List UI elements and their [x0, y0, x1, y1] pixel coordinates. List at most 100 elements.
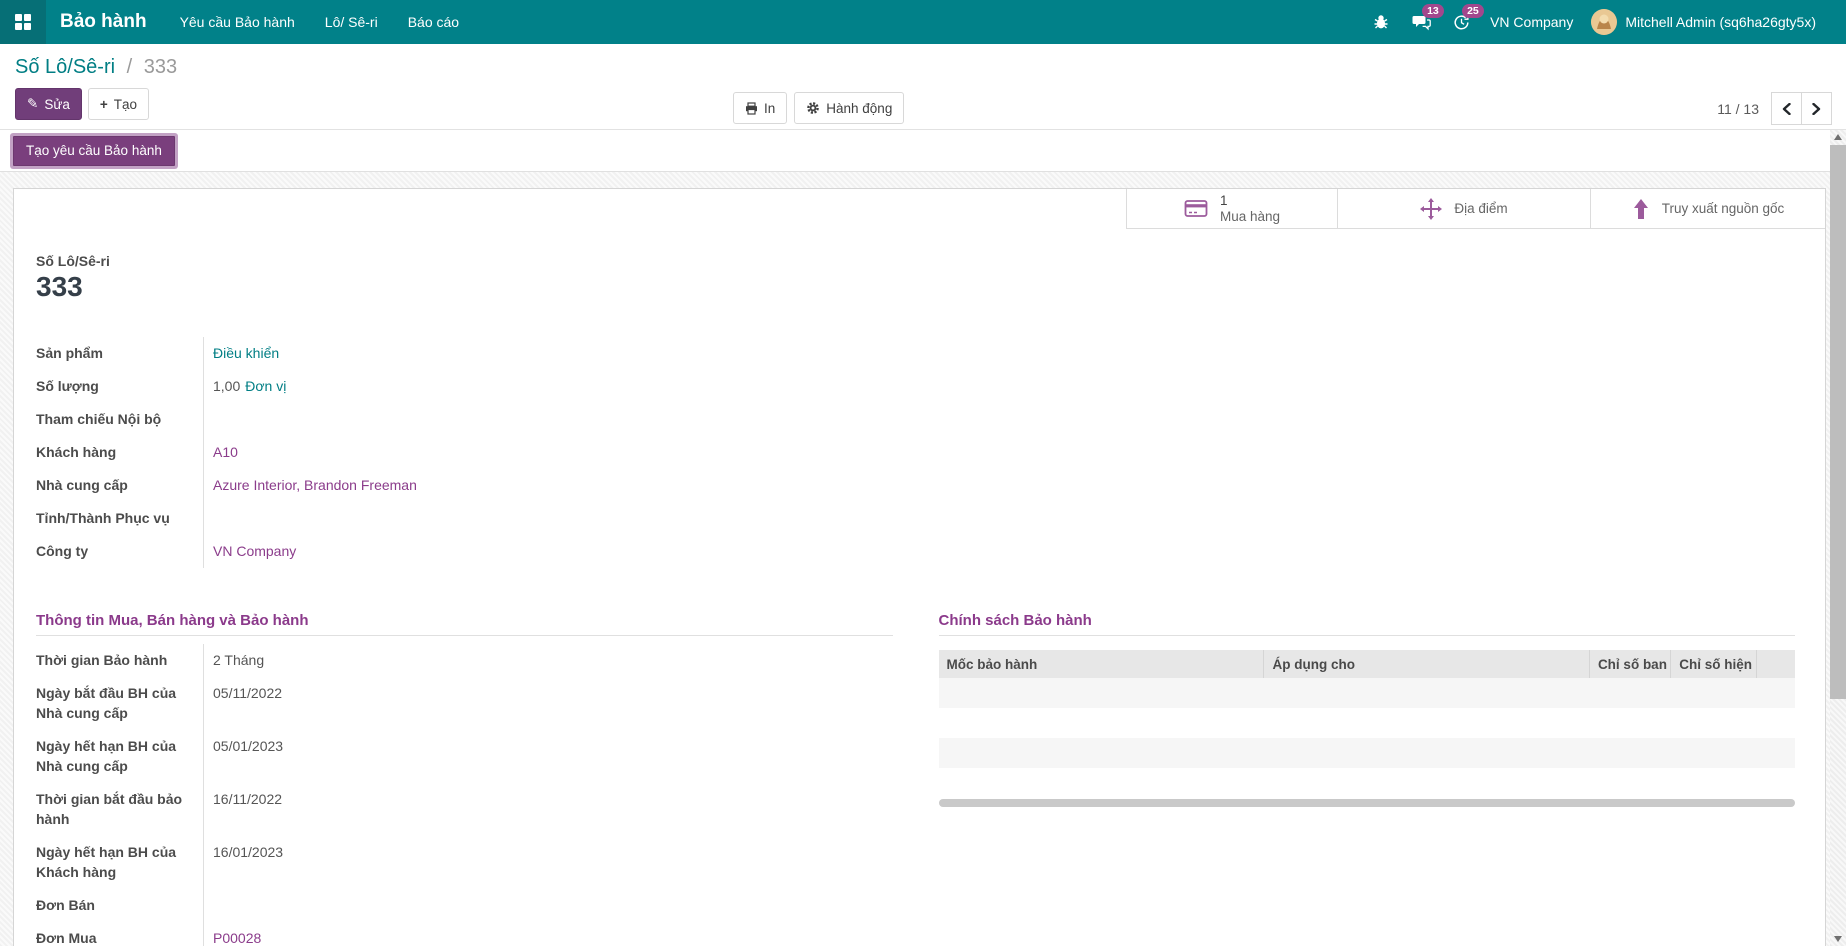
column-header-extra [1756, 650, 1795, 678]
field-row-warranty-start: Thời gian bắt đầu bảo hành 16/11/2022 [36, 783, 893, 836]
warranty-policy-title: Chính sách Bảo hành [938, 612, 1092, 629]
field-row-internal-ref: Tham chiếu Nội bộ [36, 403, 896, 436]
pager-counter: 11 / 13 [1717, 100, 1759, 117]
field-row-company: Công ty VN Company [36, 535, 896, 568]
field-row-sale-order: Đơn Bán [36, 889, 893, 922]
activities-count-badge: 25 [1462, 4, 1484, 18]
stat-button-box: 1 Mua hàng Địa điểm Truy xuất nguồn gốc [14, 189, 1825, 229]
top-navbar: Bảo hành Yêu cầu Bảo hành Lô/ Sê-ri Báo … [0, 0, 1846, 44]
control-panel: Số Lô/Sê-ri / 333 ✎ Sửa + Tạo In Hành độ… [0, 44, 1846, 130]
main-menu: Yêu cầu Bảo hành Lô/ Sê-ri Báo cáo [165, 0, 475, 44]
location-label: Địa điểm [1454, 201, 1508, 216]
vendor-warranty-start-value: 05/11/2022 [213, 685, 283, 701]
section-warranty-info: Thông tin Mua, Bán hàng và Bảo hành Thời… [36, 612, 893, 946]
scrollbar-up-arrow[interactable] [1830, 130, 1846, 144]
warranty-info-title: Thông tin Mua, Bán hàng và Bảo hành [36, 612, 309, 629]
apps-grid-icon [15, 14, 31, 30]
stat-button-traceability[interactable]: Truy xuất nguồn gốc [1590, 189, 1825, 229]
field-row-vendor-warranty-end: Ngày hết hạn BH của Nhà cung cấp 05/01/2… [36, 730, 893, 783]
column-header-milestone[interactable]: Mốc bảo hành [938, 650, 1265, 678]
messages-icon[interactable]: 13 [1410, 4, 1444, 33]
user-avatar [1591, 9, 1618, 35]
empty-table-row [939, 768, 1796, 798]
section-warranty-policy: Chính sách Bảo hành Mốc bảo hành Áp dụng [938, 612, 1796, 946]
menu-item-reports[interactable]: Báo cáo [393, 0, 474, 44]
table-horizontal-scrollbar[interactable] [938, 799, 1795, 807]
move-arrows-icon [1420, 197, 1443, 220]
record-title-value: 333 [36, 271, 83, 302]
field-row-vendor: Nhà cung cấp Azure Interior, Brandon Fre… [36, 469, 896, 502]
purchase-label: Mua hàng [1219, 208, 1281, 224]
vertical-scrollbar[interactable] [1830, 130, 1846, 946]
plus-icon: + [99, 96, 108, 112]
breadcrumb-separator: / [126, 56, 133, 78]
warranty-duration-value: 2 Tháng [213, 652, 265, 668]
edit-button[interactable]: ✎ Sửa [15, 88, 82, 120]
form-background: 1 Mua hàng Địa điểm Truy xuất nguồn gốc … [0, 172, 1830, 946]
quantity-value: 1,00 [213, 378, 241, 394]
warranty-policy-table: Mốc bảo hành Áp dụng cho Chỉ số ban … Ch… [938, 650, 1796, 798]
messages-count-badge: 13 [1422, 4, 1444, 18]
field-row-purchase-order: Đơn Mua P00028 [36, 922, 893, 946]
breadcrumb: Số Lô/Sê-ri / 333 [15, 54, 1832, 80]
customer-warranty-end-value: 16/01/2023 [213, 844, 284, 860]
credit-card-icon [1184, 199, 1208, 218]
vendor-link[interactable]: Azure Interior, Brandon Freeman [213, 477, 417, 493]
field-row-service-state: Tỉnh/Thành Phục vụ [36, 502, 896, 535]
column-header-apply-to[interactable]: Áp dụng cho [1263, 650, 1590, 678]
column-header-current-index[interactable]: Chỉ số hiện … [1670, 650, 1757, 678]
section-divider [938, 635, 1795, 636]
print-button[interactable]: In [733, 92, 788, 124]
company-switcher[interactable]: VN Company [1490, 14, 1573, 30]
customer-link[interactable]: A10 [213, 444, 238, 460]
pager-next-button[interactable] [1801, 92, 1832, 125]
field-row-quantity: Số lượng 1,00 Đơn vị [36, 370, 896, 403]
section-divider [36, 635, 893, 636]
record-title-label: Số Lô/Sê-ri [36, 253, 110, 269]
stat-button-purchase[interactable]: 1 Mua hàng [1126, 189, 1337, 229]
company-link[interactable]: VN Company [213, 543, 296, 559]
chevron-left-icon [1782, 102, 1791, 115]
pager: 11 / 13 [1717, 92, 1832, 125]
empty-table-row [938, 738, 1795, 768]
debug-bug-icon[interactable] [1370, 11, 1392, 33]
warranty-start-value: 16/11/2022 [213, 791, 283, 807]
field-row-customer: Khách hàng A10 [36, 436, 896, 469]
user-menu[interactable]: Mitchell Admin (sq6ha26gty5x) [1591, 9, 1816, 35]
pager-previous-button[interactable] [1771, 92, 1802, 125]
product-link[interactable]: Điều khiển [213, 345, 279, 361]
pencil-icon: ✎ [27, 96, 39, 111]
printer-icon [745, 101, 758, 115]
empty-table-row [939, 708, 1796, 738]
action-button[interactable]: Hành động [794, 92, 905, 124]
vendor-warranty-end-value: 05/01/2023 [213, 738, 284, 754]
field-row-warranty-duration: Thời gian Bảo hành 2 Tháng [36, 644, 893, 677]
column-header-initial-index[interactable]: Chỉ số ban … [1589, 650, 1672, 678]
app-name[interactable]: Bảo hành [46, 11, 165, 33]
scrollbar-down-arrow[interactable] [1830, 932, 1846, 946]
gear-icon [806, 101, 820, 115]
long-arrow-up-icon [1632, 198, 1650, 219]
breadcrumb-parent-link[interactable]: Số Lô/Sê-ri [15, 56, 115, 78]
form-sheet: 1 Mua hàng Địa điểm Truy xuất nguồn gốc … [13, 188, 1826, 946]
purchase-count: 1 [1219, 192, 1228, 208]
menu-item-warranty-requests[interactable]: Yêu cầu Bảo hành [165, 0, 310, 44]
apps-menu-button[interactable] [0, 0, 46, 44]
main-field-group: Sản phẩm Điều khiển Số lượng 1,00Đơn vị [36, 337, 896, 568]
create-button[interactable]: + Tạo [87, 88, 150, 120]
uom-link[interactable]: Đơn vị [245, 378, 286, 394]
form-statusbar: Tạo yêu cầu Bảo hành [0, 130, 1830, 172]
field-row-product: Sản phẩm Điều khiển [36, 337, 896, 370]
traceability-label: Truy xuất nguồn gốc [1661, 201, 1785, 216]
create-warranty-claim-button[interactable]: Tạo yêu cầu Bảo hành [13, 135, 175, 166]
chevron-right-icon [1812, 102, 1821, 115]
activities-icon[interactable]: 25 [1450, 4, 1484, 33]
user-name: Mitchell Admin (sq6ha26gty5x) [1625, 14, 1816, 30]
breadcrumb-current: 333 [143, 56, 178, 78]
menu-item-lot-serial[interactable]: Lô/ Sê-ri [310, 0, 393, 44]
field-row-vendor-warranty-start: Ngày bắt đầu BH của Nhà cung cấp 05/11/2… [36, 677, 893, 730]
empty-table-row [938, 678, 1795, 708]
purchase-order-link[interactable]: P00028 [213, 930, 261, 946]
stat-button-location[interactable]: Địa điểm [1337, 189, 1590, 229]
scrollbar-thumb[interactable] [1830, 145, 1846, 699]
